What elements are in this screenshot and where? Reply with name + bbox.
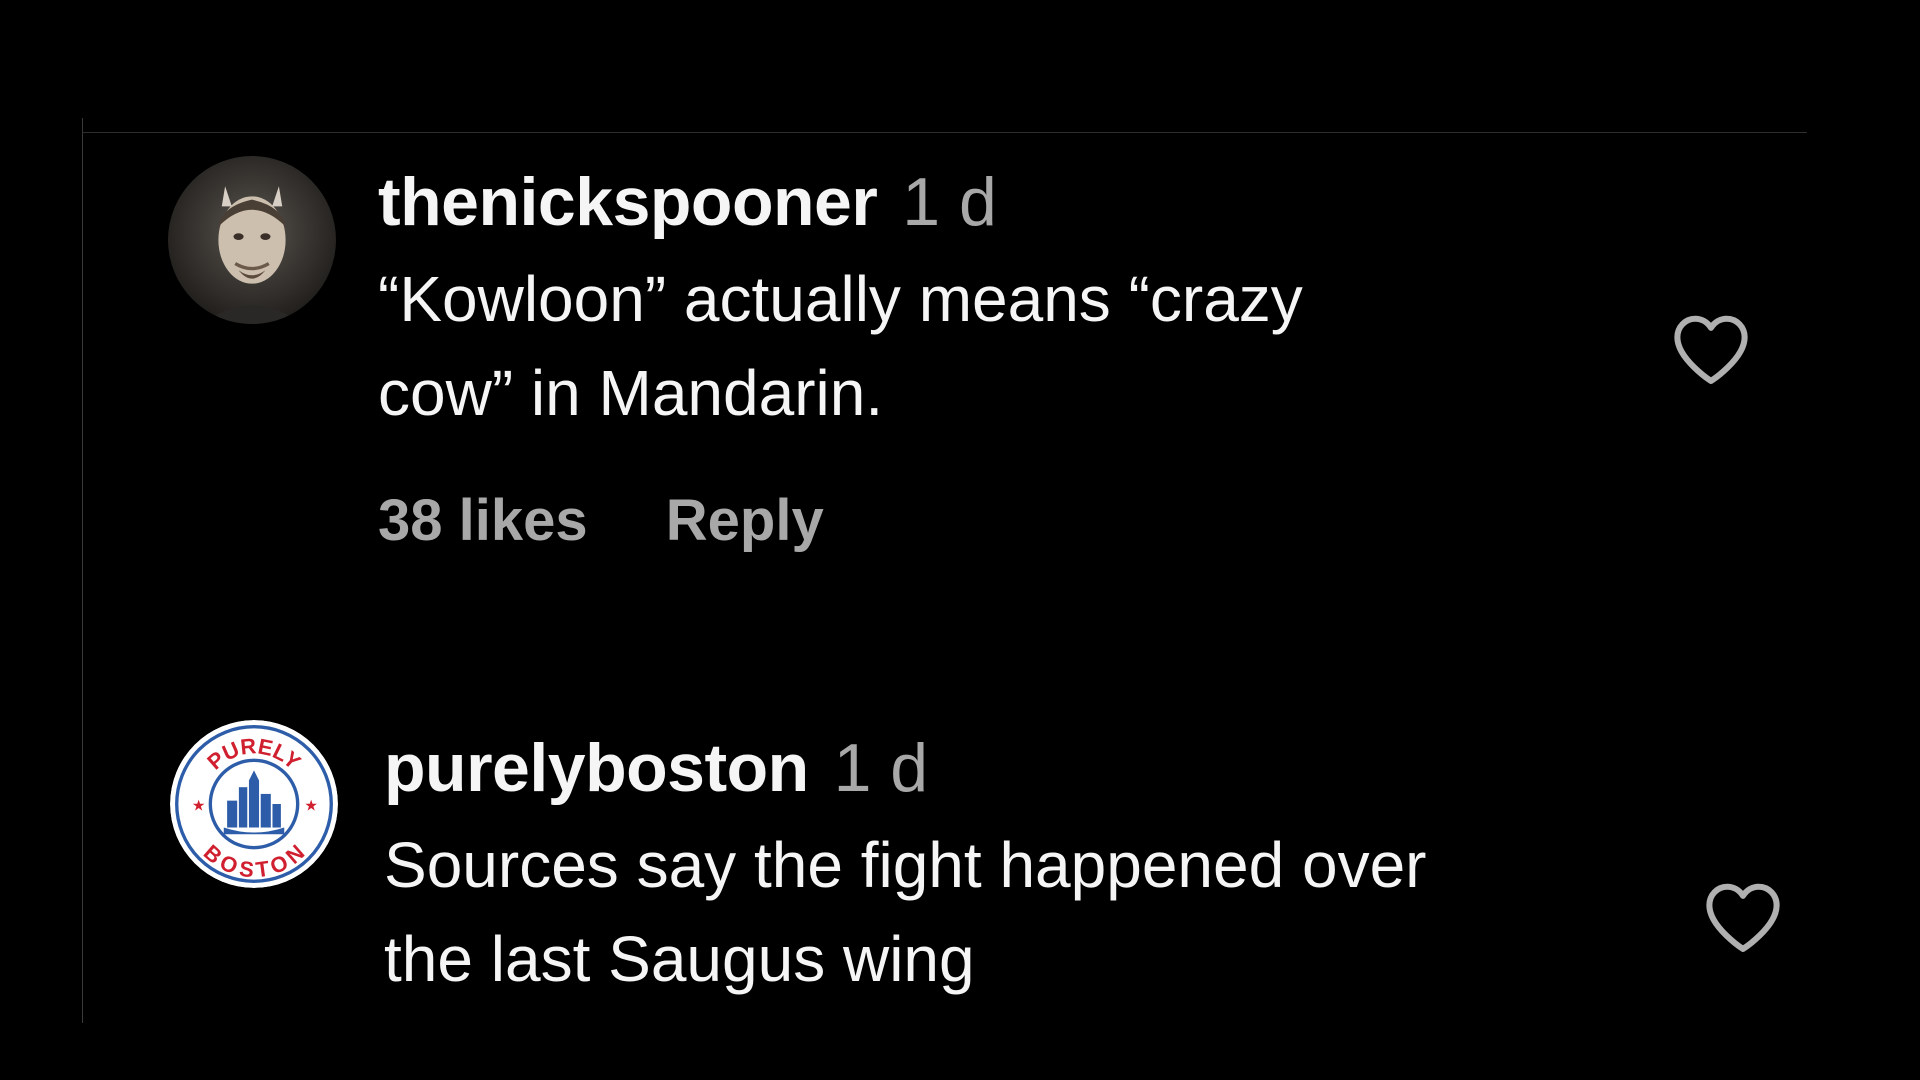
comment-header: purelyboston 1 d	[384, 734, 928, 802]
avatar[interactable]: PURELY BOSTON ★ ★	[170, 720, 338, 888]
comment-text: “Kowloon” actually means “crazy cow” in …	[378, 252, 1303, 440]
divider	[82, 132, 1807, 133]
svg-text:★: ★	[192, 798, 206, 815]
comment-header: thenickspooner 1 d	[378, 168, 997, 236]
comment-text: Sources say the fight happened over the …	[384, 818, 1426, 1006]
comment-time: 1 d	[902, 164, 997, 240]
comment-text-line: cow” in Mandarin.	[378, 357, 884, 429]
comment-text-line: the last Saugus wing	[384, 923, 975, 995]
comment-text-line: Sources say the fight happened over	[384, 829, 1427, 901]
comment-text-line: “Kowloon” actually means “crazy	[378, 263, 1303, 335]
comment-actions: 38 likes Reply	[378, 492, 824, 550]
username[interactable]: purelyboston	[384, 730, 809, 806]
heart-outline-icon[interactable]	[1702, 880, 1784, 954]
reply-button[interactable]: Reply	[666, 488, 824, 553]
comment-time: 1 d	[833, 730, 929, 806]
svg-text:★: ★	[304, 798, 318, 815]
avatar[interactable]	[168, 156, 336, 324]
heart-outline-icon[interactable]	[1670, 312, 1752, 386]
username[interactable]: thenickspooner	[378, 164, 878, 240]
likes-count[interactable]: 38 likes	[378, 488, 588, 553]
thread-line	[82, 118, 83, 1023]
